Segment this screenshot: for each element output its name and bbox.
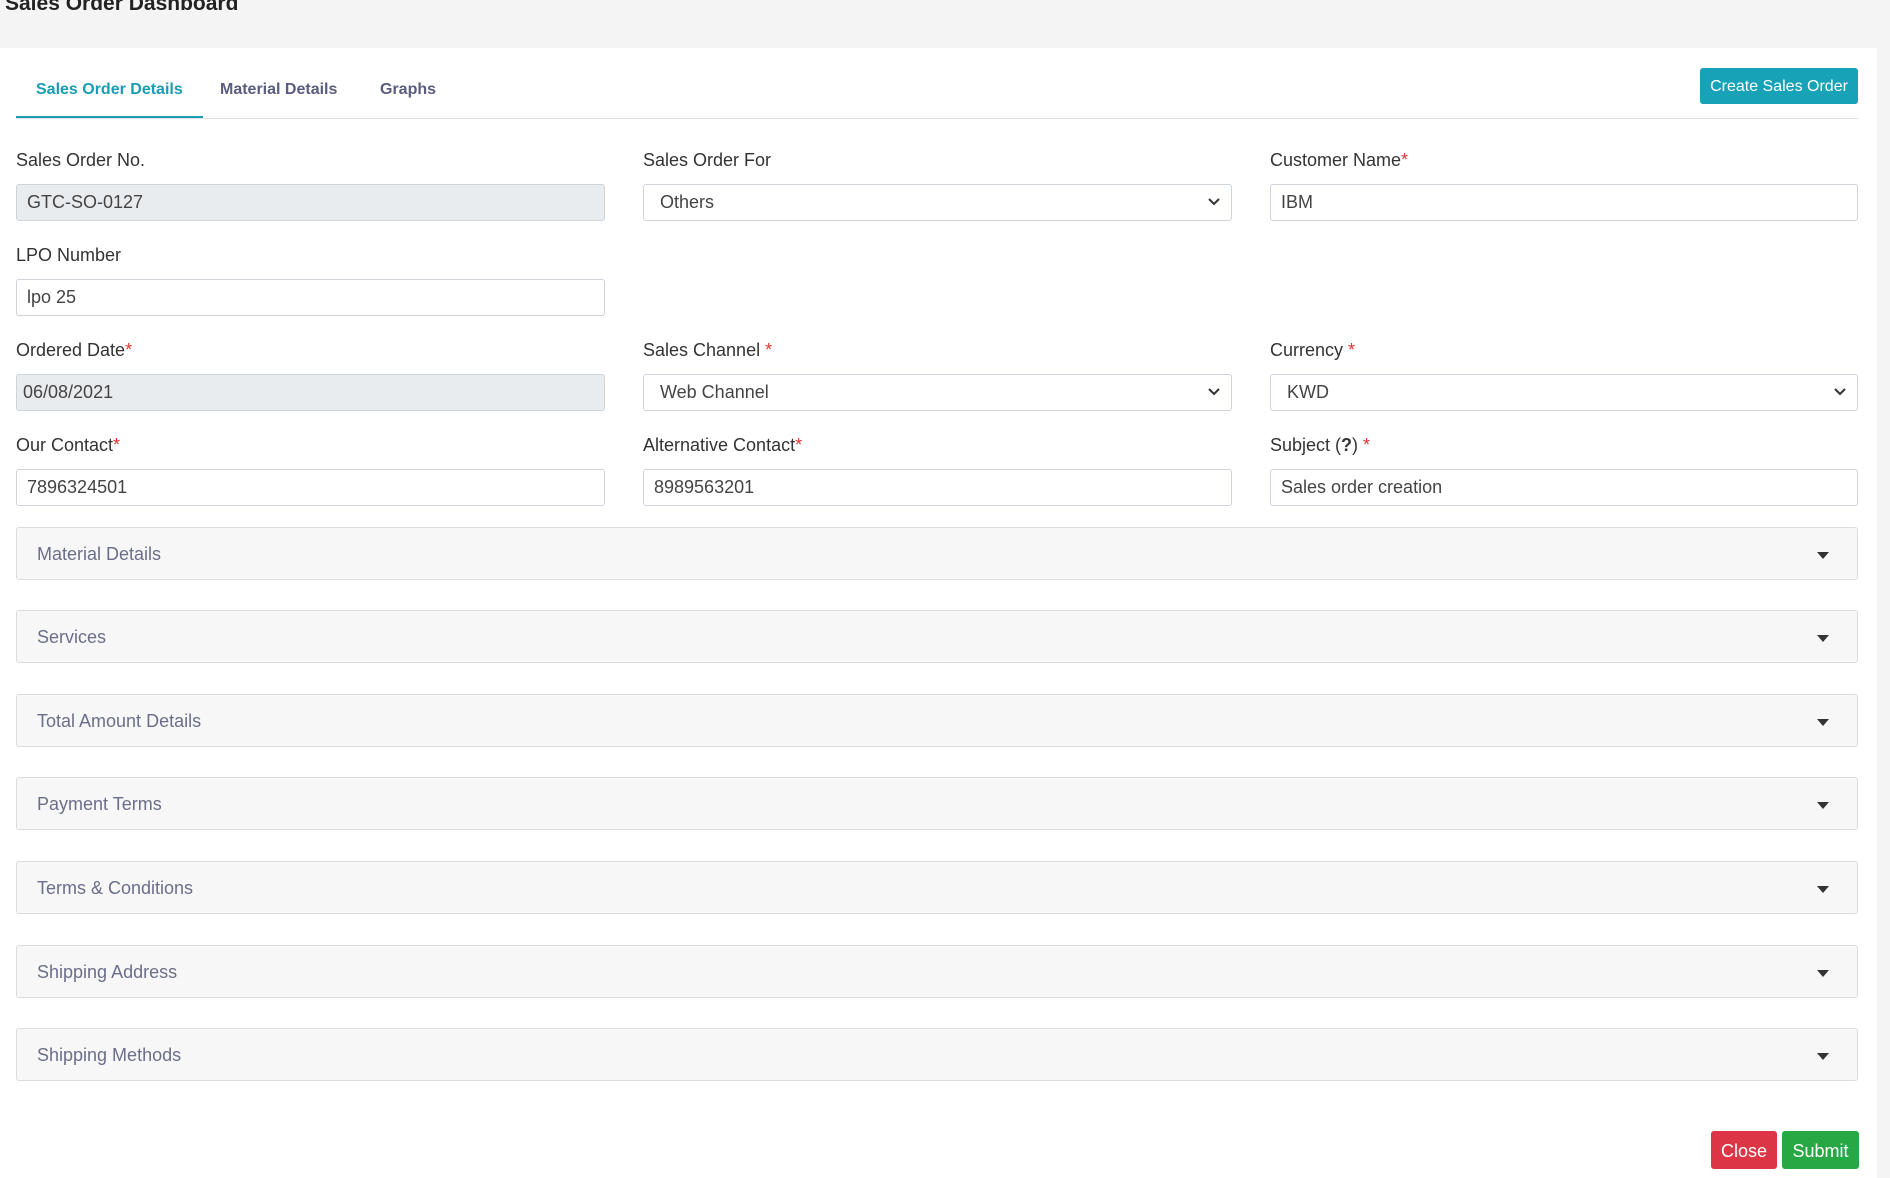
caret-down-icon xyxy=(1817,970,1829,977)
ordered-date-field[interactable]: 06/08/2021 xyxy=(16,374,605,411)
subject-field[interactable]: Sales order creation xyxy=(1270,469,1858,506)
required-marker: * xyxy=(125,340,133,360)
submit-button[interactable]: Submit xyxy=(1782,1131,1859,1169)
required-marker: * xyxy=(1401,150,1409,170)
ordered-date-label: Ordered Date* xyxy=(16,340,133,360)
sales-channel-select[interactable]: Web Channel xyxy=(643,374,1232,411)
section-material-details[interactable]: Material Details xyxy=(16,527,1858,580)
sales-order-no-field: GTC-SO-0127 xyxy=(16,184,605,221)
sales-channel-value: Web Channel xyxy=(660,382,769,402)
page-title: Sales Order Dashboard xyxy=(5,0,239,15)
close-button[interactable]: Close xyxy=(1711,1131,1777,1169)
required-marker: * xyxy=(113,435,121,455)
section-total-amount-details[interactable]: Total Amount Details xyxy=(16,694,1858,747)
lpo-number-field[interactable]: lpo 25 xyxy=(16,279,605,316)
section-title: Material Details xyxy=(37,544,162,564)
section-shipping-address[interactable]: Shipping Address xyxy=(16,945,1858,998)
our-contact-label: Our Contact* xyxy=(16,435,121,455)
section-title: Payment Terms xyxy=(37,794,162,814)
lpo-number-label: LPO Number xyxy=(16,245,122,265)
sales-order-for-label: Sales Order For xyxy=(643,150,772,170)
caret-down-icon xyxy=(1817,719,1829,726)
currency-select[interactable]: KWD xyxy=(1270,374,1858,411)
section-payment-terms[interactable]: Payment Terms xyxy=(16,777,1858,830)
chevron-down-icon xyxy=(1208,198,1220,206)
sales-channel-label: Sales Channel * xyxy=(643,340,773,360)
sales-order-for-select[interactable]: Others xyxy=(643,184,1232,221)
section-services[interactable]: Services xyxy=(16,610,1858,663)
our-contact-field[interactable]: 7896324501 xyxy=(16,469,605,506)
alternative-contact-field[interactable]: 8989563201 xyxy=(643,469,1232,506)
currency-label: Currency * xyxy=(1270,340,1356,360)
section-shipping-methods[interactable]: Shipping Methods xyxy=(16,1028,1858,1081)
caret-down-icon xyxy=(1817,886,1829,893)
required-marker: * xyxy=(795,435,803,455)
help-icon[interactable]: ? xyxy=(1341,435,1352,455)
section-terms-and-conditions[interactable]: Terms & Conditions xyxy=(16,861,1858,914)
section-title: Total Amount Details xyxy=(37,711,202,731)
section-title: Terms & Conditions xyxy=(37,878,194,898)
tab-graphs[interactable]: Graphs xyxy=(380,70,436,117)
required-marker: * xyxy=(765,340,773,360)
tab-sales-order-details[interactable]: Sales Order Details xyxy=(16,70,203,118)
section-title: Services xyxy=(37,627,107,647)
tab-bar: Sales Order Details Material Details Gra… xyxy=(16,70,1858,119)
sales-order-no-label: Sales Order No. xyxy=(16,150,146,170)
alternative-contact-label: Alternative Contact* xyxy=(643,435,803,455)
required-marker: * xyxy=(1363,435,1371,455)
customer-name-label: Customer Name* xyxy=(1270,150,1409,170)
caret-down-icon xyxy=(1817,552,1829,559)
chevron-down-icon xyxy=(1208,388,1220,396)
chevron-down-icon xyxy=(1834,388,1846,396)
tab-material-details[interactable]: Material Details xyxy=(220,70,337,117)
section-title: Shipping Methods xyxy=(37,1045,182,1065)
caret-down-icon xyxy=(1817,802,1829,809)
subject-label: Subject (?) * xyxy=(1270,435,1371,455)
currency-value: KWD xyxy=(1287,382,1329,402)
customer-name-field[interactable]: IBM xyxy=(1270,184,1858,221)
create-sales-order-button[interactable]: Create Sales Order xyxy=(1700,68,1858,104)
required-marker: * xyxy=(1348,340,1356,360)
caret-down-icon xyxy=(1817,635,1829,642)
section-title: Shipping Address xyxy=(37,962,178,982)
caret-down-icon xyxy=(1817,1053,1829,1060)
sales-order-for-value: Others xyxy=(660,192,715,212)
